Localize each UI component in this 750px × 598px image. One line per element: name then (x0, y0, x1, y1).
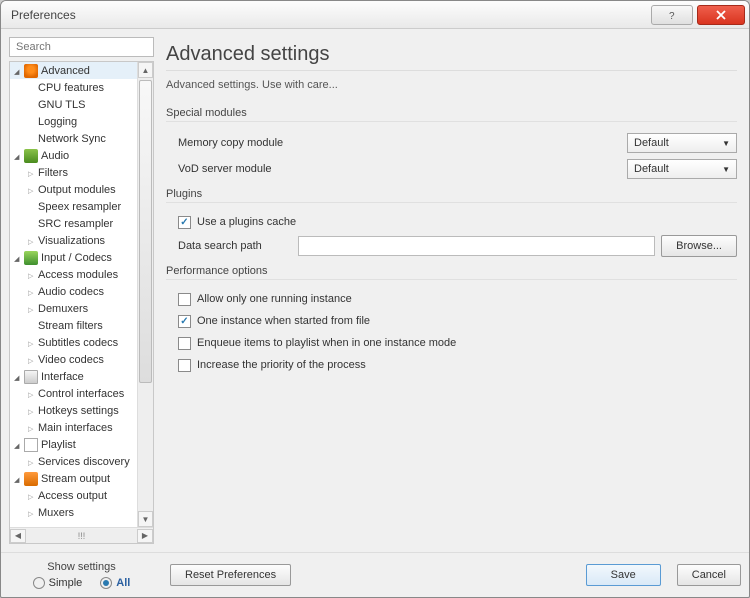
sidebar: Advanced CPU features GNU TLS Logging Ne… (9, 37, 154, 544)
tree-main-if[interactable]: Main interfaces (10, 419, 153, 436)
window-title: Preferences (11, 8, 76, 22)
tree-interface[interactable]: Interface (10, 368, 153, 385)
vod-label: VoD server module (178, 163, 378, 175)
footer: Show settings Simple All Reset Preferenc… (1, 552, 749, 597)
enqueue-checkbox[interactable] (178, 337, 191, 350)
one-from-file-checkbox[interactable] (178, 315, 191, 328)
titlebar: Preferences ? (1, 1, 749, 29)
tree-netsync[interactable]: Network Sync (10, 130, 153, 147)
page-title: Advanced settings (166, 37, 737, 71)
chevron-down-icon: ▼ (722, 139, 730, 148)
tree-cpu[interactable]: CPU features (10, 79, 153, 96)
main-panel: Advanced settings Advanced settings. Use… (162, 37, 741, 544)
tree-output-modules[interactable]: Output modules (10, 181, 153, 198)
tree-advanced[interactable]: Advanced (10, 62, 153, 79)
tree-vcodecs[interactable]: Video codecs (10, 351, 153, 368)
stream-icon (24, 472, 38, 486)
group-special: Special modules (166, 105, 737, 122)
tree-scodecs[interactable]: Subtitles codecs (10, 334, 153, 351)
tree-mux[interactable]: Muxers (10, 504, 153, 521)
group-perf: Performance options (166, 263, 737, 280)
tree-audio[interactable]: Audio (10, 147, 153, 164)
page-subtitle: Advanced settings. Use with care... (166, 71, 737, 101)
tree-vertical-scrollbar[interactable]: ▲▼ (137, 62, 153, 527)
help-button[interactable]: ? (651, 5, 693, 25)
tree-speex[interactable]: Speex resampler (10, 198, 153, 215)
chevron-down-icon: ▼ (722, 165, 730, 174)
interface-icon (24, 370, 38, 384)
cancel-button[interactable]: Cancel (677, 564, 741, 586)
tree-logging[interactable]: Logging (10, 113, 153, 130)
reset-button[interactable]: Reset Preferences (170, 564, 291, 586)
settings-tree[interactable]: Advanced CPU features GNU TLS Logging Ne… (10, 62, 153, 522)
preferences-window: Preferences ? Advanced CPU features GNU … (0, 0, 750, 598)
save-button[interactable]: Save (586, 564, 661, 586)
browse-button[interactable]: Browse... (661, 235, 737, 257)
memcopy-select[interactable]: Default▼ (627, 133, 737, 153)
audio-icon (24, 149, 38, 163)
plugins-cache-checkbox[interactable] (178, 216, 191, 229)
tree-acodecs[interactable]: Audio codecs (10, 283, 153, 300)
tree-hotkeys[interactable]: Hotkeys settings (10, 402, 153, 419)
memcopy-label: Memory copy module (178, 137, 378, 149)
tree-stream[interactable]: Stream output (10, 470, 153, 487)
data-path-input[interactable] (298, 236, 655, 256)
tree-control[interactable]: Control interfaces (10, 385, 153, 402)
priority-checkbox[interactable] (178, 359, 191, 372)
tree-filters[interactable]: Filters (10, 164, 153, 181)
one-instance-checkbox[interactable] (178, 293, 191, 306)
group-plugins: Plugins (166, 186, 737, 203)
tree-gnutls[interactable]: GNU TLS (10, 96, 153, 113)
tree-access[interactable]: Access modules (10, 266, 153, 283)
svg-text:?: ? (669, 11, 675, 21)
cone-icon (24, 64, 38, 78)
close-button[interactable] (697, 5, 745, 25)
tree-services[interactable]: Services discovery (10, 453, 153, 470)
show-settings-label: Show settings (9, 561, 154, 573)
radio-all[interactable]: All (100, 577, 130, 589)
vod-select[interactable]: Default▼ (627, 159, 737, 179)
tree-sfilters[interactable]: Stream filters (10, 317, 153, 334)
one-instance-label: Allow only one running instance (197, 293, 352, 305)
search-input[interactable] (9, 37, 154, 57)
radio-simple[interactable]: Simple (33, 577, 83, 589)
one-from-file-label: One instance when started from file (197, 315, 370, 327)
tree-horizontal-scrollbar[interactable]: ◀!!!▶ (10, 527, 153, 543)
codec-icon (24, 251, 38, 265)
priority-label: Increase the priority of the process (197, 359, 366, 371)
playlist-icon (24, 438, 38, 452)
tree-demux[interactable]: Demuxers (10, 300, 153, 317)
tree-viz[interactable]: Visualizations (10, 232, 153, 249)
data-path-label: Data search path (178, 240, 298, 252)
tree-src[interactable]: SRC resampler (10, 215, 153, 232)
tree-input[interactable]: Input / Codecs (10, 249, 153, 266)
tree-playlist[interactable]: Playlist (10, 436, 153, 453)
enqueue-label: Enqueue items to playlist when in one in… (197, 337, 456, 349)
plugins-cache-label: Use a plugins cache (197, 216, 296, 228)
tree-aout[interactable]: Access output (10, 487, 153, 504)
